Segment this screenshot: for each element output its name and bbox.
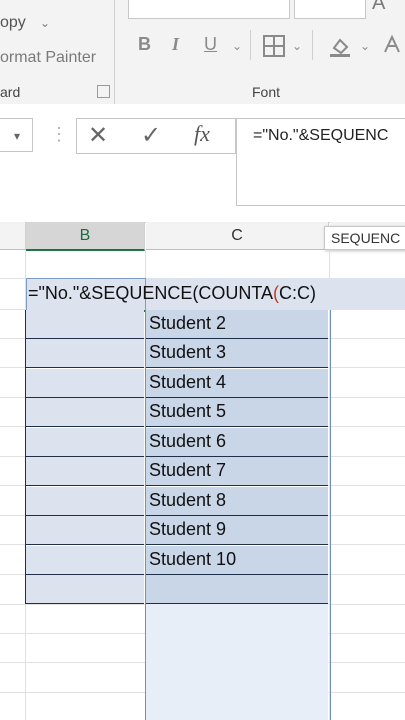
format-painter-button[interactable]: ormat Painter (0, 49, 96, 67)
table-cell[interactable] (26, 428, 144, 457)
fill-color-icon[interactable] (328, 34, 352, 58)
dialog-launcher-icon[interactable] (97, 85, 110, 98)
table-cell[interactable] (26, 398, 144, 427)
bold-button[interactable]: B (138, 34, 151, 55)
table-cell[interactable] (26, 575, 144, 604)
column-header-c[interactable]: C (146, 222, 329, 250)
increase-font-icon[interactable]: A (372, 0, 385, 15)
borders-icon[interactable] (262, 34, 286, 58)
formula-part: C:C) (279, 283, 316, 303)
fill-color-dropdown-icon[interactable]: ⌄ (360, 39, 370, 53)
formula-text[interactable]: ="No."&SEQUENC (253, 127, 388, 145)
divider (250, 30, 251, 60)
font-group-label: Font (252, 84, 281, 100)
font-size-combo[interactable] (294, 0, 366, 19)
table-cell[interactable] (26, 546, 144, 575)
table-cell[interactable] (26, 487, 144, 516)
table-cell[interactable] (26, 457, 144, 486)
column-header-b[interactable]: B (26, 222, 145, 251)
font-name-combo[interactable] (128, 0, 290, 19)
formula-bar-grip-icon[interactable]: ⋮ (50, 124, 68, 145)
formula-part: ="No."&SEQUENCE(COUNTA (28, 283, 273, 303)
cancel-icon[interactable]: ✕ (88, 121, 108, 150)
column-header-a[interactable] (0, 222, 26, 250)
function-tooltip: SEQUENC (324, 226, 405, 250)
table-cell[interactable] (26, 516, 144, 545)
underline-dropdown-icon[interactable]: ⌄ (232, 39, 242, 53)
italic-button[interactable]: I (172, 34, 179, 55)
underline-button[interactable]: U (204, 34, 217, 55)
copy-button[interactable]: opy (0, 14, 26, 32)
font-color-icon[interactable] (380, 34, 404, 58)
cell-formula[interactable]: ="No."&SEQUENCE(COUNTA(C:C) (28, 283, 316, 304)
table-cell[interactable] (26, 339, 144, 368)
group-separator (114, 0, 115, 104)
spill-range-border (145, 310, 331, 720)
formula-input[interactable]: ="No."&SEQUENC (236, 118, 405, 206)
chevron-down-icon[interactable]: ⌄ (40, 16, 50, 30)
table-cell[interactable] (26, 369, 144, 398)
borders-dropdown-icon[interactable]: ⌄ (292, 39, 302, 53)
insert-function-button[interactable]: fx (194, 121, 210, 147)
name-box[interactable]: ▾ (0, 118, 33, 152)
ribbon: A opy ⌄ ormat Painter ard B I U ⌄ ⌄ ⌄ Fo… (0, 0, 405, 105)
clipboard-group-label: ard (0, 84, 21, 100)
name-box-dropdown-icon[interactable]: ▾ (14, 129, 20, 143)
divider (312, 30, 313, 60)
enter-icon[interactable]: ✓ (141, 121, 161, 150)
table-cell[interactable] (26, 310, 144, 339)
